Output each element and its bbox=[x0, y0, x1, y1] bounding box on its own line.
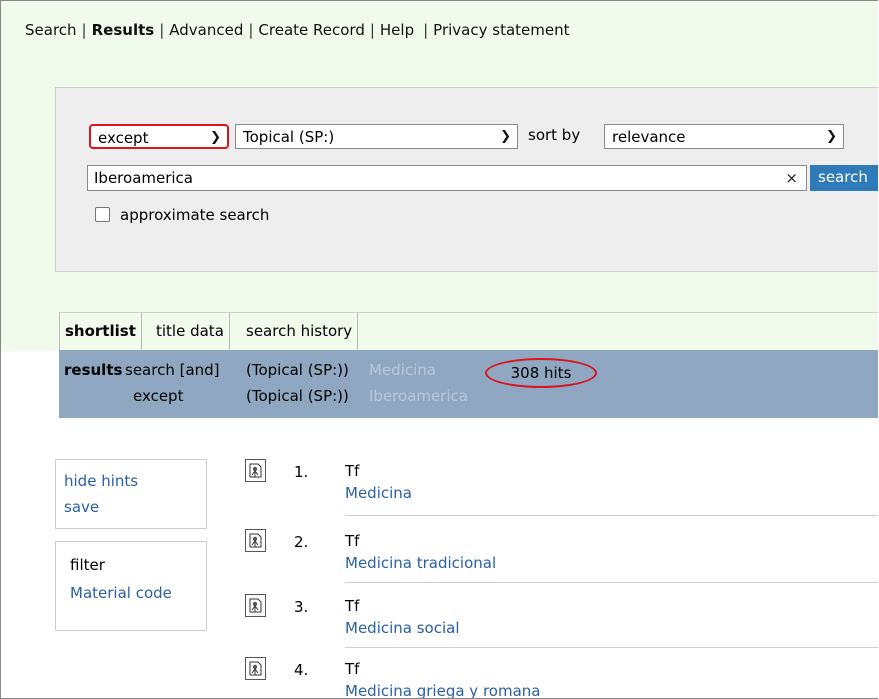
result-number: 2. bbox=[294, 533, 309, 551]
result-divider bbox=[345, 582, 878, 583]
result-type: Tf bbox=[345, 660, 360, 678]
query-line-2-field: (Topical (SP:)) bbox=[246, 387, 349, 405]
search-input-value: Iberoamerica bbox=[94, 169, 193, 187]
result-title[interactable]: Medicina social bbox=[345, 619, 460, 637]
record-icon[interactable] bbox=[245, 657, 266, 680]
result-title[interactable]: Medicina tradicional bbox=[345, 554, 496, 572]
record-icon[interactable] bbox=[245, 594, 266, 617]
chevron-down-icon: ❯ bbox=[210, 130, 221, 145]
result-type: Tf bbox=[345, 597, 360, 615]
result-title[interactable]: Medicina griega y romana bbox=[345, 682, 540, 698]
result-divider bbox=[345, 647, 878, 648]
nav-results[interactable]: Results bbox=[92, 21, 155, 39]
record-icon[interactable] bbox=[245, 529, 266, 552]
filter-label: filter bbox=[70, 556, 105, 574]
operator-value: except bbox=[98, 129, 149, 147]
results-label: results bbox=[64, 361, 123, 379]
query-line-1-operator: search [and] bbox=[125, 361, 220, 379]
nav-advanced[interactable]: Advanced bbox=[169, 21, 243, 39]
tab-shortlist[interactable]: shortlist bbox=[59, 312, 142, 350]
page-frame: Search | Results | Advanced | Create Record | He… bbox=[0, 0, 878, 699]
sort-by-label: sort by bbox=[528, 126, 581, 144]
sort-value: relevance bbox=[612, 128, 686, 146]
result-divider bbox=[345, 515, 878, 516]
field-select[interactable]: Topical (SP:) ❯ bbox=[235, 124, 518, 149]
approximate-search-checkbox[interactable] bbox=[95, 207, 110, 222]
hints-box: hide hints save bbox=[55, 459, 207, 529]
result-number: 4. bbox=[294, 661, 309, 679]
query-line-1-term[interactable]: Medicina bbox=[369, 361, 436, 379]
results-summary-bar: results search [and] (Topical (SP:)) Med… bbox=[59, 350, 878, 418]
tab-title-data[interactable]: title data bbox=[151, 312, 230, 350]
nav-help[interactable]: Help bbox=[380, 21, 414, 39]
sort-select[interactable]: relevance ❯ bbox=[604, 124, 844, 149]
nav-search[interactable]: Search bbox=[25, 21, 77, 39]
chevron-down-icon: ❯ bbox=[500, 129, 511, 144]
clear-icon[interactable]: × bbox=[785, 166, 798, 190]
top-navigation: Search | Results | Advanced | Create Record | He… bbox=[25, 21, 570, 39]
result-type: Tf bbox=[345, 532, 360, 550]
chevron-down-icon: ❯ bbox=[826, 129, 837, 144]
hide-hints-link[interactable]: hide hints bbox=[64, 472, 138, 490]
tab-search-history[interactable]: search history bbox=[241, 312, 359, 350]
approximate-search-option[interactable]: approximate search bbox=[95, 206, 269, 224]
query-line-2-term[interactable]: Iberoamerica bbox=[369, 387, 468, 405]
material-code-link[interactable]: Material code bbox=[70, 584, 172, 602]
search-panel: except ❯ Topical (SP:) ❯ sort by relevan… bbox=[55, 87, 878, 272]
nav-create-record[interactable]: Create Record bbox=[258, 21, 364, 39]
operator-select[interactable]: except ❯ bbox=[89, 124, 229, 149]
query-line-1-field: (Topical (SP:)) bbox=[246, 361, 349, 379]
result-number: 1. bbox=[294, 463, 309, 481]
filter-box: filter Material code bbox=[55, 541, 207, 631]
field-value: Topical (SP:) bbox=[243, 128, 335, 146]
save-link[interactable]: save bbox=[64, 498, 99, 516]
result-number: 3. bbox=[294, 598, 309, 616]
result-title[interactable]: Medicina bbox=[345, 484, 412, 502]
search-button[interactable]: search bbox=[810, 165, 878, 191]
approximate-search-label: approximate search bbox=[120, 206, 270, 224]
search-input[interactable]: Iberoamerica × bbox=[87, 165, 807, 191]
hit-count: 308 hits bbox=[485, 358, 597, 388]
record-icon[interactable] bbox=[245, 459, 266, 482]
result-type: Tf bbox=[345, 462, 360, 480]
query-line-2-operator: except bbox=[133, 387, 184, 405]
nav-privacy-statement[interactable]: Privacy statement bbox=[433, 21, 569, 39]
